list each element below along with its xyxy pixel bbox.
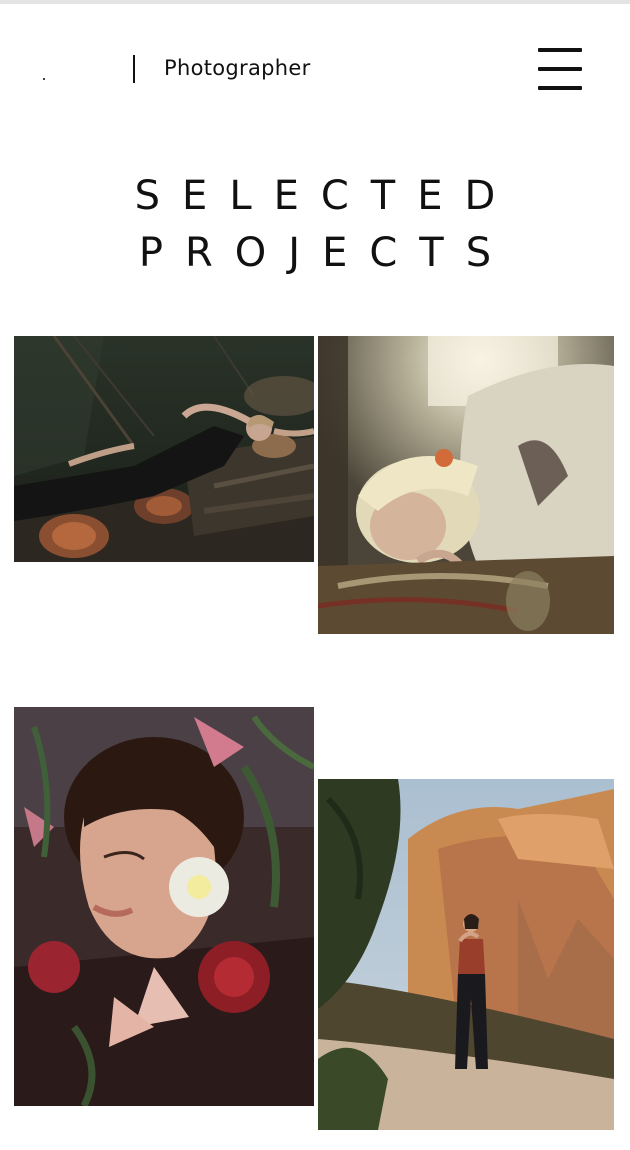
photo-flowers-portrait-image	[14, 707, 314, 1106]
photo-forest-logs-image	[14, 336, 314, 562]
project-photo-bed-sunlight[interactable]	[318, 336, 614, 634]
hamburger-menu-icon[interactable]	[530, 42, 590, 98]
menu-bar-middle	[538, 67, 582, 71]
project-photo-canyon[interactable]	[318, 779, 614, 1130]
project-photo-flowers-portrait[interactable]	[14, 707, 314, 1106]
page-title-line-2: PROJECTS	[138, 230, 514, 276]
header-divider	[133, 55, 135, 83]
project-photo-forest-logs[interactable]	[14, 336, 314, 562]
menu-bar-bottom	[538, 86, 582, 90]
photo-bed-sunlight-image	[318, 336, 614, 634]
page-title-line-1: SELECTED	[134, 173, 518, 219]
menu-bar-top	[538, 48, 582, 52]
site-role-label: Photographer	[164, 56, 311, 80]
page-title: SELECTED PROJECTS	[0, 168, 630, 282]
photo-canyon-image	[318, 779, 614, 1130]
site-header: Photographer	[0, 4, 630, 124]
site-logo[interactable]	[43, 78, 45, 80]
